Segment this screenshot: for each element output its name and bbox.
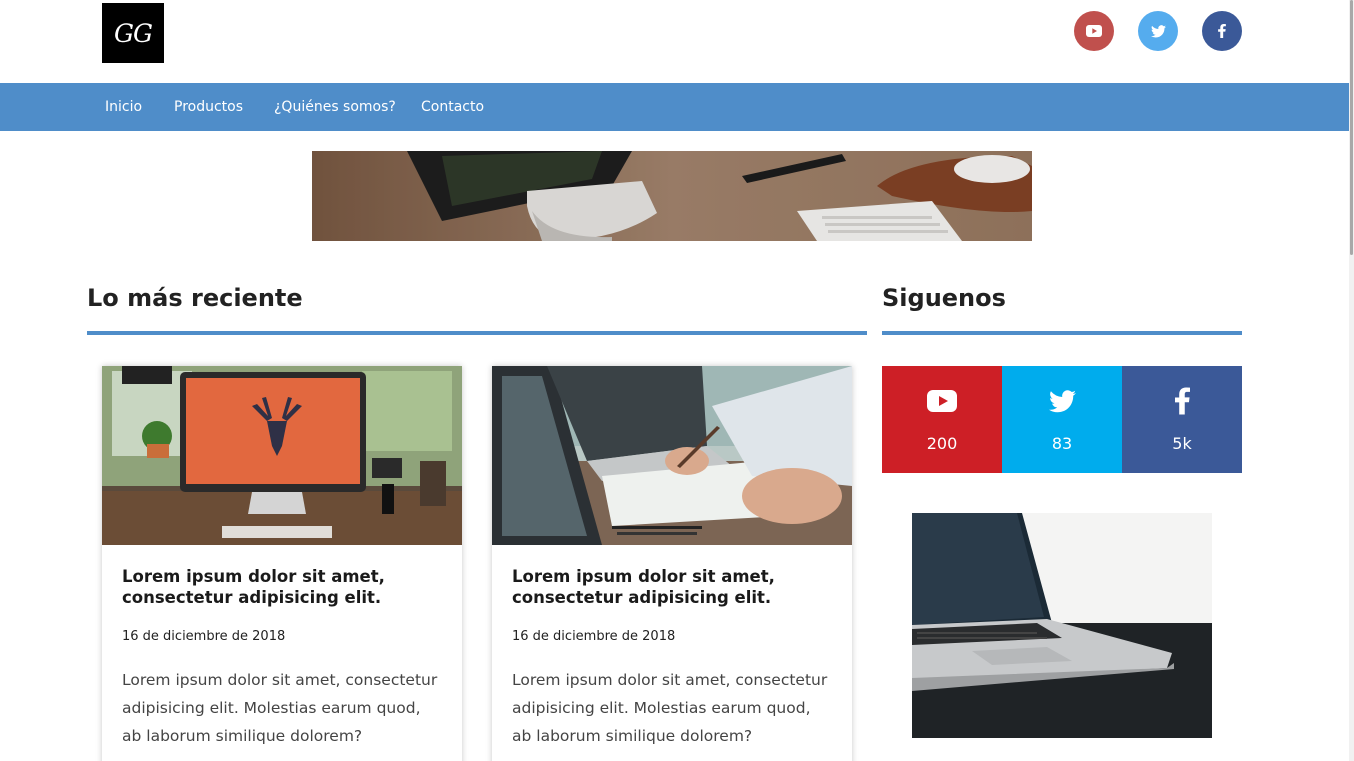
post-excerpt: Lorem ipsum dolor sit amet, consectetur … <box>512 671 828 745</box>
post-title[interactable]: Lorem ipsum dolor sit amet, consectetur … <box>512 566 832 608</box>
post-image[interactable] <box>102 366 462 545</box>
hero-banner-image <box>312 151 1032 241</box>
follow-youtube-box[interactable]: 200 <box>882 366 1002 473</box>
youtube-icon <box>927 386 957 416</box>
twitter-icon <box>1150 24 1166 37</box>
post-date: 16 de diciembre de 2018 <box>122 629 286 644</box>
post-card[interactable]: Lorem ipsum dolor sit amet, consectetur … <box>102 366 462 761</box>
post-title[interactable]: Lorem ipsum dolor sit amet, consectetur … <box>122 566 442 608</box>
nav-item-inicio[interactable]: Inicio <box>105 83 142 131</box>
header-twitter-button[interactable] <box>1138 11 1178 51</box>
nav-item-contacto[interactable]: Contacto <box>421 83 484 131</box>
youtube-icon <box>1086 25 1102 37</box>
header-youtube-button[interactable] <box>1074 11 1114 51</box>
nav-item-productos[interactable]: Productos <box>174 83 243 131</box>
facebook-icon <box>1218 24 1226 38</box>
nav-item-quienes-somos[interactable]: ¿Quiénes somos? <box>274 83 396 131</box>
facebook-follower-count: 5k <box>1172 434 1192 453</box>
logo-text: GG <box>114 18 153 48</box>
latest-section-title: Lo más reciente <box>87 284 303 312</box>
follow-section-title: Siguenos <box>882 284 1006 312</box>
post-date: 16 de diciembre de 2018 <box>512 629 676 644</box>
site-logo[interactable]: GG <box>102 3 164 63</box>
follow-twitter-box[interactable]: 83 <box>1002 366 1122 473</box>
youtube-follower-count: 200 <box>926 434 958 453</box>
follow-facebook-box[interactable]: 5k <box>1122 366 1242 473</box>
page-scrollbar[interactable] <box>1349 0 1354 761</box>
scrollbar-thumb[interactable] <box>1350 0 1353 255</box>
post-card[interactable]: Lorem ipsum dolor sit amet, consectetur … <box>492 366 852 761</box>
follow-section-divider <box>882 331 1242 335</box>
header-facebook-button[interactable] <box>1202 11 1242 51</box>
twitter-follower-count: 83 <box>1051 434 1073 453</box>
sidebar-laptop-image <box>912 513 1212 738</box>
latest-section-divider <box>87 331 867 335</box>
main-nav: Inicio Productos ¿Quiénes somos? Contact… <box>0 83 1349 131</box>
site-header: GG <box>0 0 1349 83</box>
facebook-icon <box>1174 386 1190 416</box>
post-excerpt: Lorem ipsum dolor sit amet, consectetur … <box>122 671 438 745</box>
twitter-icon <box>1048 386 1076 416</box>
post-image[interactable] <box>492 366 852 545</box>
